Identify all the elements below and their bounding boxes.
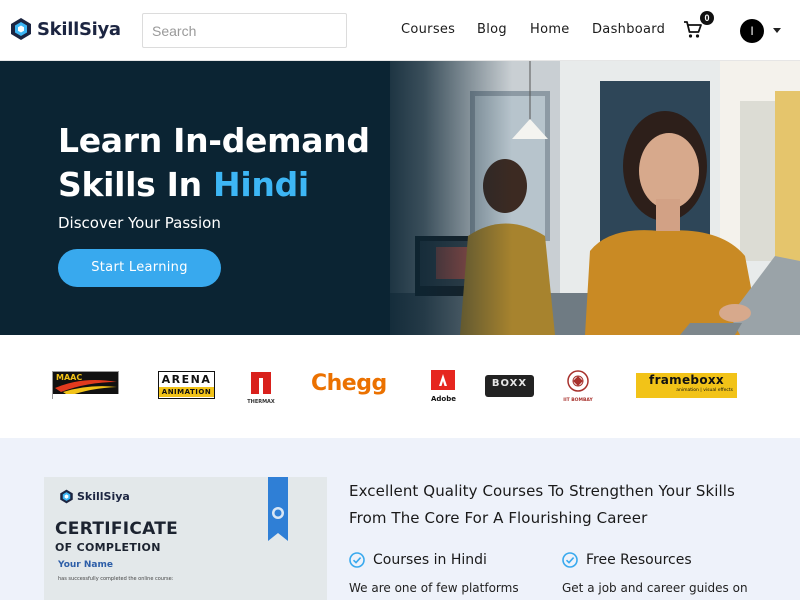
adobe-name: Adobe [431, 395, 456, 403]
feature-free-resources: Free Resources [562, 552, 692, 568]
nav-blog[interactable]: Blog [477, 22, 507, 37]
arena-top-text: ARENA [161, 373, 212, 386]
check-circle-icon [562, 552, 578, 568]
search-input[interactable] [142, 13, 347, 48]
thermax-logo: THERMAX [247, 372, 275, 405]
feature-description: We are one of few platforms [349, 581, 519, 595]
brand-name: SkillSiya [37, 18, 121, 40]
chevron-down-icon[interactable] [773, 28, 781, 33]
hero-title-line2: Skills In Hindi [58, 163, 370, 207]
hero-subtitle: Discover Your Passion [58, 214, 221, 232]
adobe-logo: Adobe [431, 370, 456, 403]
start-learning-button[interactable]: Start Learning [58, 249, 221, 287]
hero-banner: Learn In-demand Skills In Hindi Discover… [0, 61, 800, 335]
hero-title-prefix: Skills In [58, 165, 214, 204]
maac-name: MAAC [56, 373, 83, 382]
iit-seal-icon [567, 370, 589, 392]
arena-bottom-text: ANIMATION [159, 387, 214, 397]
thermax-name: THERMAX [247, 399, 275, 405]
skillsiya-logo-icon [11, 18, 31, 40]
certificate-recipient: Your Name [58, 560, 113, 570]
feature-title: Free Resources [586, 552, 692, 568]
feature-title: Courses in Hindi [373, 552, 487, 568]
iit-bombay-logo: IIT BOMBAY [563, 369, 593, 403]
frameboxx-name: frameboxx [649, 373, 724, 387]
adobe-a-icon [431, 370, 455, 390]
certificate-preview: SkillSiya CERTIFICATE OF COMPLETION Your… [44, 477, 327, 600]
features-heading: Excellent Quality Courses To Strengthen … [349, 482, 735, 527]
partner-logos: MAAC ARENA ANIMATION THERMAX Chegg Adobe… [0, 335, 800, 438]
feature-courses-in-hindi: Courses in Hindi [349, 552, 487, 568]
certificate-brand-name: SkillSiya [77, 490, 130, 503]
frameboxx-logo: frameboxx animation | visual effects [636, 373, 737, 398]
arena-animation-logo: ARENA ANIMATION [158, 371, 215, 399]
boxx-name: BOXX [491, 378, 528, 389]
nav-home[interactable]: Home [530, 22, 570, 37]
nav-courses[interactable]: Courses [401, 22, 455, 37]
certificate-brand: SkillSiya [59, 489, 130, 504]
ribbon-icon [268, 477, 288, 541]
feature-description: Get a job and career guides on [562, 581, 748, 595]
brand-logo[interactable]: SkillSiya [9, 17, 121, 41]
hero-title: Learn In-demand Skills In Hindi [58, 119, 370, 207]
chegg-logo: Chegg [311, 371, 387, 396]
certificate-title: CERTIFICATE [55, 519, 179, 539]
thermax-t-icon [251, 372, 271, 394]
iit-name: IIT BOMBAY [563, 398, 593, 403]
hero-title-accent: Hindi [213, 165, 309, 204]
boxx-logo: BOXX [485, 375, 534, 397]
nav-dashboard[interactable]: Dashboard [592, 22, 665, 37]
certificate-subtitle: OF COMPLETION [55, 541, 161, 554]
features-section: SkillSiya CERTIFICATE OF COMPLETION Your… [0, 438, 800, 600]
hero-title-line1: Learn In-demand [58, 121, 370, 160]
site-header: SkillSiya Courses Blog Home Dashboard 0 … [0, 0, 800, 61]
user-avatar[interactable]: I [740, 19, 764, 43]
certificate-line: has successfully completed the online co… [58, 576, 174, 582]
cart-count-badge: 0 [700, 11, 714, 25]
frameboxx-tagline: animation | visual effects [676, 388, 733, 393]
check-circle-icon [349, 552, 365, 568]
cart-icon[interactable] [683, 20, 703, 40]
maac-logo: MAAC [52, 371, 120, 400]
skillsiya-logo-icon [60, 489, 73, 504]
